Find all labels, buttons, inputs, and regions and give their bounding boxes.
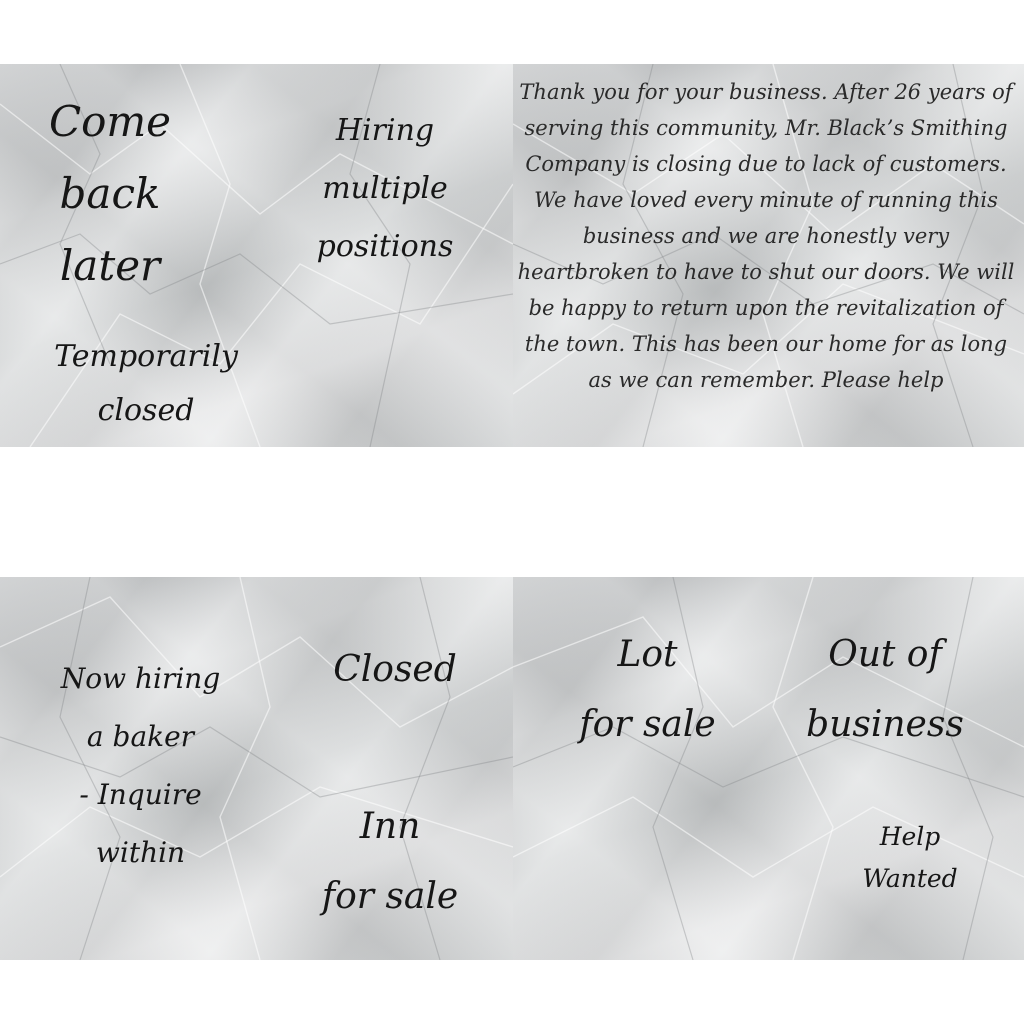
notice-lot-for-sale: Lot for sale [579,634,716,745]
notice-hiring-multiple-positions: Hiring multiple positions [316,113,454,264]
notice-come-back-later: Come back later [48,97,172,290]
notice-smithing-company-letter: Thank you for your business. After 26 ye… [517,80,1015,392]
notice-now-hiring-baker: Now hiring a baker - Inquire within [60,662,221,869]
notice-help-wanted: Help Wanted [862,822,958,893]
notice-temporarily-closed: Temporarily closed [54,339,238,428]
notice-closed: Closed [333,649,457,690]
notice-out-of-business: Out of business [806,634,964,745]
notice-inn-for-sale: Inn for sale [321,806,459,917]
